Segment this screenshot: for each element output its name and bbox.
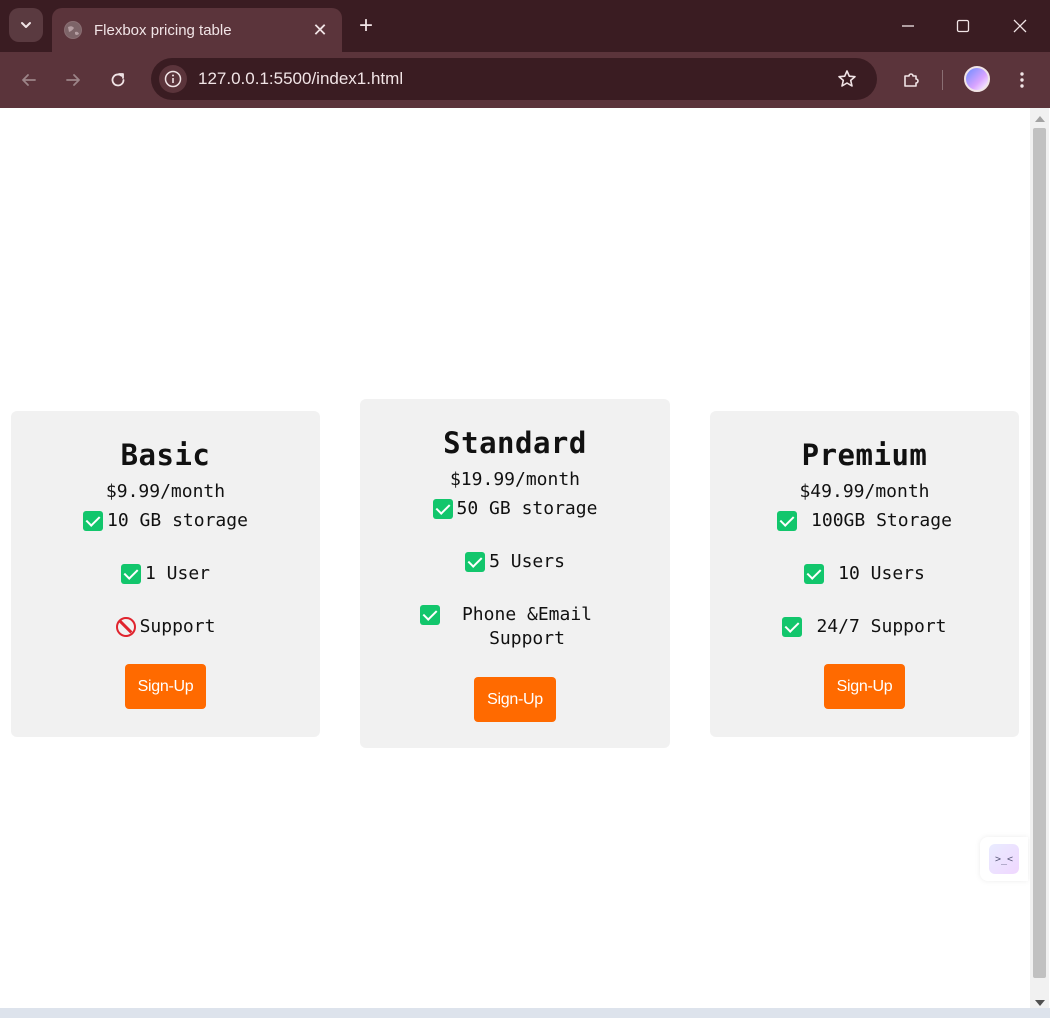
close-icon — [1013, 19, 1027, 33]
arrow-right-icon — [66, 74, 80, 86]
pricing-card-standard: Standard $19.99/month 50 GB storage 5 Us… — [360, 399, 670, 748]
feature-text: 10 GB storage — [107, 510, 248, 531]
minimize-icon — [902, 25, 914, 27]
feature-item: 1 User — [11, 562, 320, 586]
browser-toolbar: 127.0.0.1:5500/index1.html — [0, 52, 1050, 108]
active-tab[interactable]: Flexbox pricing table ✕ — [52, 8, 342, 52]
feature-item: 100GB Storage — [710, 509, 1019, 533]
site-info-button[interactable] — [159, 65, 187, 93]
feature-item: Support — [11, 615, 320, 639]
page-viewport: Basic $9.99/month 10 GB storage 1 User S… — [1, 108, 1030, 1008]
feature-text: Support — [139, 616, 216, 637]
plan-price: $19.99/month — [449, 469, 581, 490]
feature-text: 1 User — [144, 563, 211, 584]
feature-item: Phone &Email Support — [360, 603, 670, 651]
kebab-menu-icon — [1020, 72, 1024, 88]
minimize-button[interactable] — [894, 12, 922, 40]
extensions-button[interactable] — [897, 66, 925, 94]
url-text[interactable]: 127.0.0.1:5500/index1.html — [198, 69, 833, 89]
check-icon — [83, 511, 104, 531]
check-icon — [777, 511, 798, 531]
signup-button[interactable]: Sign-Up — [474, 677, 556, 722]
scroll-up-arrow-icon[interactable] — [1035, 116, 1045, 122]
check-icon — [432, 499, 453, 519]
toolbar-divider — [942, 70, 943, 90]
chevron-down-icon — [21, 22, 31, 28]
star-icon — [838, 70, 856, 87]
profile-avatar[interactable] — [964, 66, 990, 92]
floating-widget-button[interactable]: >_< — [980, 837, 1028, 881]
feature-item: 24/7 Support — [710, 615, 1019, 639]
feature-text: 100GB Storage — [811, 510, 952, 531]
plan-price: $9.99/month — [105, 481, 226, 502]
plan-name: Basic — [120, 438, 211, 472]
plan-name: Standard — [443, 426, 587, 460]
globe-icon — [64, 21, 82, 39]
forward-button[interactable] — [59, 66, 87, 94]
no-icon — [115, 617, 136, 637]
vertical-scrollbar[interactable] — [1030, 108, 1049, 1008]
reload-button[interactable] — [104, 66, 132, 94]
new-tab-button[interactable]: + — [352, 12, 380, 40]
signup-button[interactable]: Sign-Up — [124, 664, 207, 709]
close-window-button[interactable] — [1006, 12, 1034, 40]
feature-text: 24/7 Support — [816, 616, 947, 637]
check-icon — [120, 564, 141, 584]
feature-text: Phone &Email Support — [461, 604, 593, 649]
maximize-icon — [956, 19, 970, 33]
reload-icon — [111, 73, 125, 87]
feature-text: 10 Users — [838, 563, 925, 584]
maximize-button[interactable] — [949, 12, 977, 40]
signup-button[interactable]: Sign-Up — [823, 664, 906, 709]
bookmark-button[interactable] — [833, 65, 861, 93]
feature-item: 10 GB storage — [11, 509, 320, 533]
browser-menu-button[interactable] — [1008, 66, 1036, 94]
address-bar[interactable]: 127.0.0.1:5500/index1.html — [151, 58, 877, 100]
check-icon — [420, 605, 440, 625]
scrollbar-thumb[interactable] — [1033, 128, 1046, 978]
tab-search-button[interactable] — [9, 8, 43, 42]
arrow-left-icon — [22, 74, 36, 86]
tab-strip: Flexbox pricing table ✕ + — [0, 0, 1050, 52]
taskbar-edge — [0, 1008, 1050, 1018]
feature-item: 5 Users — [360, 550, 670, 574]
check-icon — [782, 617, 803, 637]
plan-price: $49.99/month — [799, 481, 930, 502]
pricing-card-premium: Premium $49.99/month 100GB Storage 10 Us… — [710, 411, 1019, 737]
info-icon — [164, 70, 182, 88]
puzzle-icon — [904, 73, 919, 87]
scroll-down-arrow-icon[interactable] — [1035, 1000, 1045, 1006]
back-button[interactable] — [15, 66, 43, 94]
feature-text: 50 GB storage — [456, 498, 598, 519]
pricing-card-basic: Basic $9.99/month 10 GB storage 1 User S… — [11, 411, 320, 737]
close-tab-icon[interactable]: ✕ — [310, 20, 330, 41]
feature-item: 50 GB storage — [360, 497, 670, 521]
check-icon — [465, 552, 486, 572]
feature-item: 10 Users — [710, 562, 1019, 586]
plan-name: Premium — [801, 438, 928, 472]
widget-face-icon: >_< — [989, 844, 1019, 874]
feature-text: 5 Users — [489, 551, 565, 572]
tab-title: Flexbox pricing table — [94, 21, 232, 39]
check-icon — [804, 564, 825, 584]
